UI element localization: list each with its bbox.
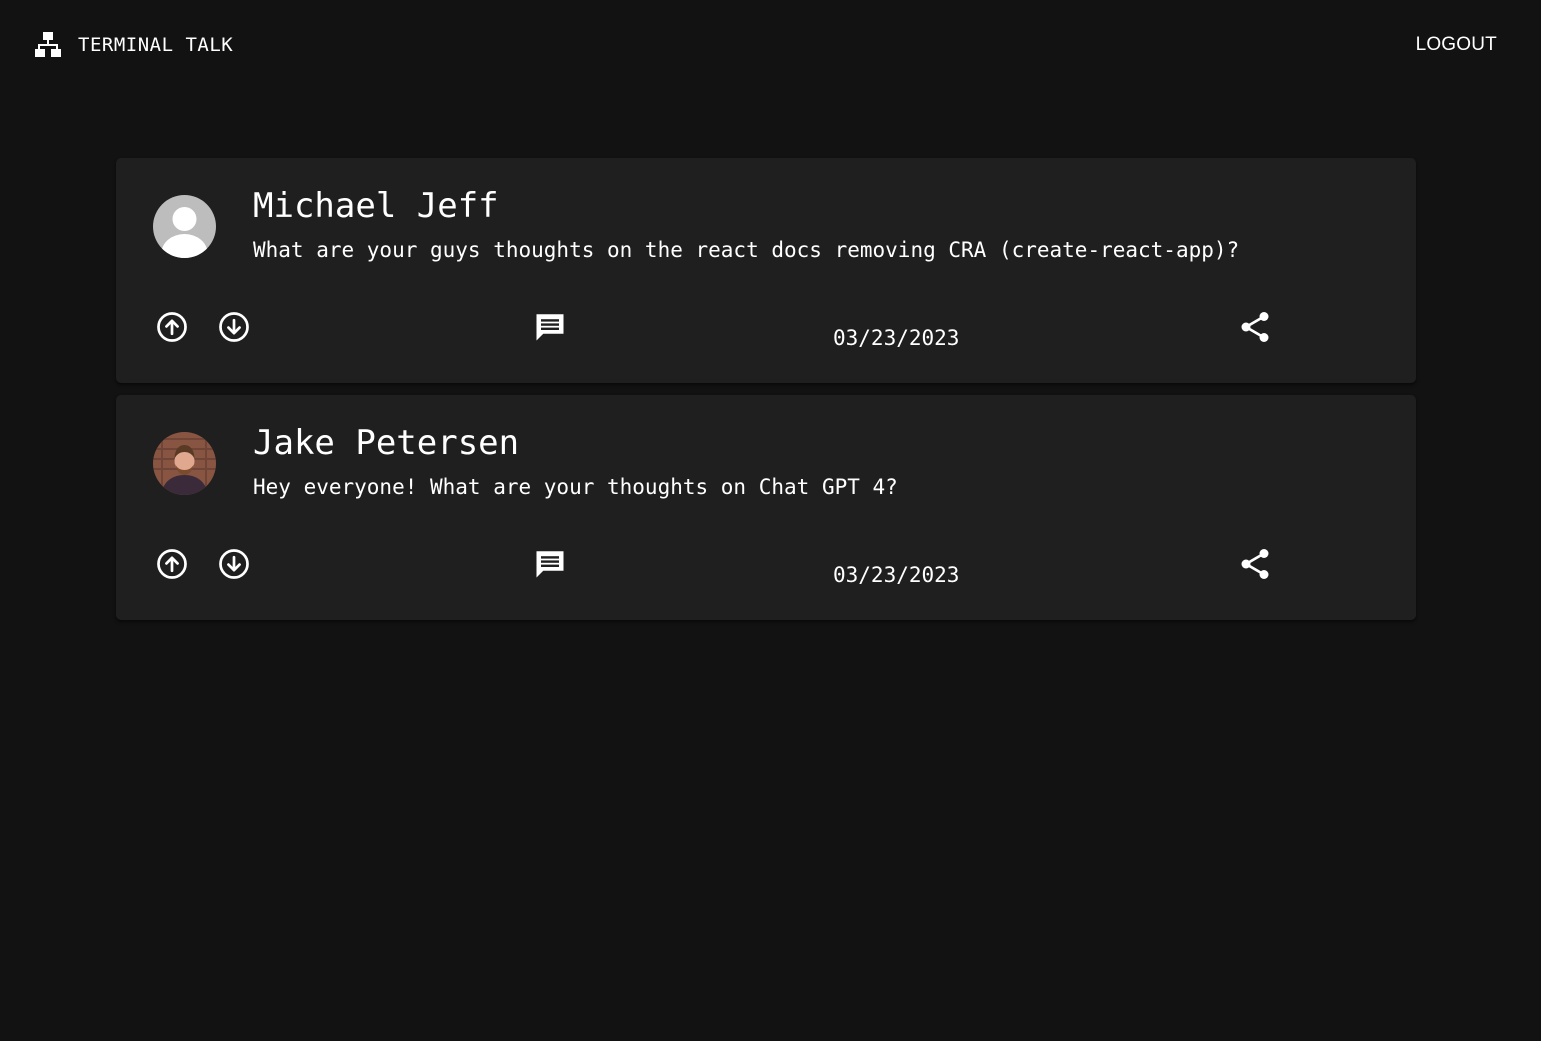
post-card: Michael Jeff What are your guys thoughts…	[116, 158, 1416, 383]
downvote-button[interactable]	[215, 545, 253, 583]
post-content: What are your guys thoughts on the react…	[253, 238, 1240, 262]
share-button[interactable]	[1236, 308, 1274, 346]
share-icon	[1241, 312, 1269, 342]
arrow-circle-up-icon	[157, 312, 187, 342]
profile-photo	[153, 432, 216, 495]
post-author: Jake Petersen	[253, 423, 520, 463]
comment-button[interactable]	[531, 545, 569, 583]
share-button[interactable]	[1236, 545, 1274, 583]
post-content: Hey everyone! What are your thoughts on …	[253, 475, 898, 499]
post-date: 03/23/2023	[833, 563, 960, 587]
arrow-circle-up-icon	[157, 549, 187, 579]
comment-button[interactable]	[531, 308, 569, 346]
post-date: 03/23/2023	[833, 326, 960, 350]
post-feed: Michael Jeff What are your guys thoughts…	[116, 158, 1416, 632]
arrow-circle-down-icon	[219, 312, 249, 342]
avatar[interactable]	[153, 195, 216, 258]
comment-icon	[536, 314, 564, 341]
upvote-button[interactable]	[153, 545, 191, 583]
brand[interactable]: TERMINAL TALK	[34, 30, 233, 60]
share-icon	[1241, 549, 1269, 579]
arrow-circle-down-icon	[219, 549, 249, 579]
app-title: TERMINAL TALK	[78, 34, 234, 56]
downvote-button[interactable]	[215, 308, 253, 346]
comment-icon	[536, 551, 564, 578]
post-card: Jake Petersen Hey everyone! What are you…	[116, 395, 1416, 620]
avatar[interactable]	[153, 432, 216, 495]
app-bar: TERMINAL TALK LOGOUT	[0, 0, 1541, 90]
default-avatar-icon	[153, 195, 216, 258]
upvote-button[interactable]	[153, 308, 191, 346]
post-author: Michael Jeff	[253, 186, 499, 226]
logout-button[interactable]: LOGOUT	[1416, 30, 1497, 60]
sitemap-icon	[35, 32, 61, 57]
